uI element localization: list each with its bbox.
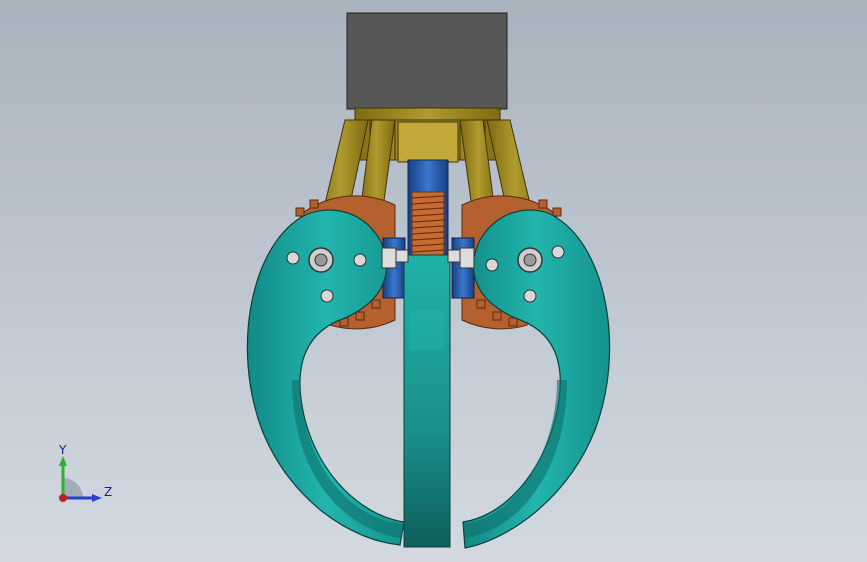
motor-housing[interactable] — [346, 12, 508, 110]
3d-model-viewport[interactable] — [0, 0, 867, 562]
axis-y-label: Y — [58, 443, 67, 457]
pivot-bolt-left — [308, 247, 334, 273]
pivot-bolt-right — [517, 247, 543, 273]
coordinate-triad: Y Z — [58, 443, 112, 502]
center-blade[interactable] — [403, 254, 451, 548]
center-shaft[interactable] — [397, 121, 459, 261]
axis-z-label: Z — [104, 485, 112, 499]
